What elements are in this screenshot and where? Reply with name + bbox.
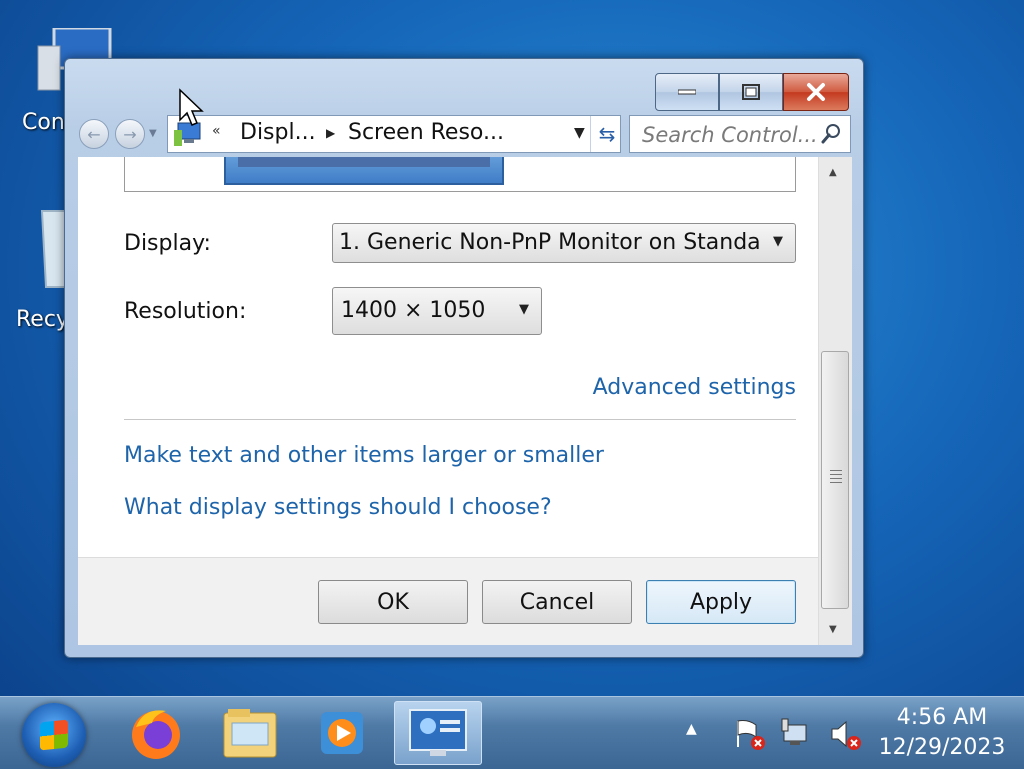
maximize-button[interactable] xyxy=(719,73,783,111)
vertical-scrollbar[interactable]: ▲ ▼ xyxy=(818,157,852,645)
display-label: Display: xyxy=(124,231,211,256)
taskbar-firefox[interactable] xyxy=(112,701,200,765)
scroll-down-icon[interactable]: ▼ xyxy=(829,624,837,635)
refresh-icon: ⇆ xyxy=(598,122,616,146)
recent-pages-dropdown-icon[interactable]: ▼ xyxy=(149,128,157,139)
clock-date: 12/29/2023 xyxy=(878,735,1006,760)
address-dropdown-icon[interactable]: ▼ xyxy=(574,125,585,141)
system-clock[interactable]: 4:56 AM 12/29/2023 xyxy=(872,703,1012,763)
minimize-button[interactable] xyxy=(655,73,719,111)
display-control-panel-icon xyxy=(409,709,467,756)
scrollbar-thumb[interactable] xyxy=(821,351,849,609)
volume-muted-icon[interactable] xyxy=(828,717,862,751)
desktop-icon-label: Con xyxy=(22,110,65,135)
cancel-button[interactable]: Cancel xyxy=(482,580,632,624)
advanced-settings-link[interactable]: Advanced settings xyxy=(593,375,796,400)
breadcrumb-screen-resolution[interactable]: Screen Reso... xyxy=(348,120,504,145)
apply-button[interactable]: Apply xyxy=(646,580,796,624)
maximize-icon xyxy=(742,84,760,100)
dialog-footer: OK Cancel Apply xyxy=(78,557,818,645)
taskbar-windows-explorer[interactable] xyxy=(206,701,294,765)
screen-resolution-panel: Display: 1. Generic Non-PnP Monitor on S… xyxy=(78,157,818,645)
text-size-link[interactable]: Make text and other items larger or smal… xyxy=(124,443,604,468)
show-hidden-icons-button[interactable]: ▲ xyxy=(686,721,697,737)
ok-button[interactable]: OK xyxy=(318,580,468,624)
breadcrumb-separator-icon[interactable]: ▶ xyxy=(326,126,335,140)
back-arrow-icon: ← xyxy=(87,124,101,144)
taskbar: ▲ 4:56 AM 12/29/2023 xyxy=(0,696,1024,769)
clock-time: 4:56 AM xyxy=(896,705,988,730)
forward-button[interactable]: → xyxy=(115,119,145,149)
search-icon[interactable] xyxy=(820,122,842,146)
monitor-preview-icon[interactable] xyxy=(224,157,504,185)
screen-resolution-window: ← → ▼ « Displ... ▶ Screen Reso... ▼ ⇆ Se… xyxy=(64,58,864,658)
action-center-flag-icon[interactable] xyxy=(732,717,766,751)
grip-icon xyxy=(830,470,842,484)
scroll-up-icon[interactable]: ▲ xyxy=(829,167,837,178)
resolution-label: Resolution: xyxy=(124,299,247,324)
firefox-icon xyxy=(132,710,180,759)
close-icon xyxy=(807,83,825,101)
address-bar[interactable]: « Displ... ▶ Screen Reso... ▼ ⇆ xyxy=(167,115,621,153)
close-button[interactable] xyxy=(783,73,849,111)
taskbar-windows-media-player[interactable] xyxy=(298,701,386,765)
display-settings-help-link[interactable]: What display settings should I choose? xyxy=(124,495,552,520)
mouse-cursor-icon xyxy=(179,88,204,126)
back-button[interactable]: ← xyxy=(79,119,109,149)
display-select-value: 1. Generic Non-PnP Monitor on Standar xyxy=(339,230,759,255)
minimize-icon xyxy=(678,89,696,95)
start-button[interactable] xyxy=(22,703,86,767)
breadcrumb-overflow[interactable]: « xyxy=(212,123,221,139)
breadcrumb-display[interactable]: Displ... xyxy=(240,120,316,145)
forward-arrow-icon: → xyxy=(123,124,137,144)
chevron-down-icon: ▼ xyxy=(519,302,529,317)
taskbar-screen-resolution[interactable] xyxy=(394,701,482,765)
folder-icon xyxy=(223,709,277,758)
search-box[interactable] xyxy=(629,115,851,153)
window-controls xyxy=(655,73,849,111)
divider xyxy=(124,419,796,420)
resolution-select[interactable]: 1400 × 1050 ▼ xyxy=(332,287,542,335)
refresh-button[interactable]: ⇆ xyxy=(590,116,623,152)
resolution-select-value: 1400 × 1050 xyxy=(341,298,486,323)
chevron-down-icon: ▼ xyxy=(773,234,783,249)
search-input[interactable] xyxy=(640,120,820,150)
media-player-icon xyxy=(321,712,363,754)
network-icon[interactable] xyxy=(780,717,814,751)
display-select[interactable]: 1. Generic Non-PnP Monitor on Standar ▼ xyxy=(332,223,796,263)
desktop-icon-label: Recy xyxy=(16,307,69,332)
